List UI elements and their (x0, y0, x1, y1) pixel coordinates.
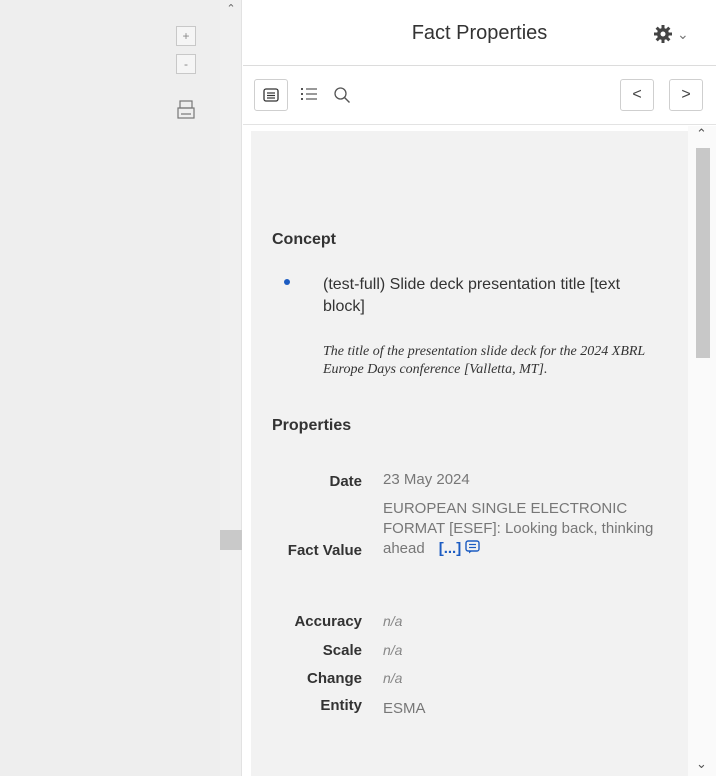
concept-heading: Concept (272, 231, 336, 248)
document-icon (263, 88, 279, 102)
concept-description: The title of the presentation slide deck… (323, 344, 645, 377)
next-fact-button[interactable]: > (669, 79, 703, 111)
panel-header: Fact Properties ⌄ (243, 0, 716, 66)
viewer-scroll-thumb[interactable] (220, 530, 242, 550)
scroll-down-icon[interactable]: ⌄ (696, 756, 707, 772)
date-label: Date (329, 473, 362, 490)
scroll-up-icon[interactable]: ⌃ (224, 2, 238, 16)
document-viewer[interactable]: + - (0, 0, 220, 776)
zoom-out-button[interactable]: - (176, 54, 196, 74)
bullet-icon (284, 279, 290, 285)
scale-value: n/a (383, 642, 403, 658)
search-button[interactable] (325, 79, 359, 111)
settings-menu-button[interactable]: ⌄ (653, 22, 708, 46)
zoom-in-button[interactable]: + (176, 26, 196, 46)
concept-name: (test-full) Slide deck presentation titl… (323, 276, 621, 315)
accuracy-value: n/a (383, 613, 403, 629)
scale-label: Scale (322, 642, 362, 659)
inspector-panel: Fact Properties ⌄ < > ⌃ ⌄ Concept (test-… (243, 0, 716, 776)
printer-icon[interactable] (177, 100, 195, 120)
outline-list-icon (301, 88, 317, 100)
fact-value-text: EUROPEAN SINGLE ELECTRONIC FORMAT [ESEF]… (383, 500, 654, 557)
entity-label: Entity (320, 697, 362, 714)
expand-fact-value-link[interactable]: [...] (439, 540, 462, 557)
comment-icon[interactable] (465, 540, 480, 554)
viewer-scrollbar[interactable]: ⌃ (220, 0, 242, 776)
chevron-left-icon: < (632, 86, 642, 103)
accuracy-label: Accuracy (294, 613, 362, 630)
content-scroll-thumb[interactable] (696, 148, 710, 358)
properties-heading: Properties (272, 417, 352, 434)
fact-value: EUROPEAN SINGLE ELECTRONIC FORMAT [ESEF]… (383, 499, 668, 559)
gear-icon[interactable] (653, 24, 673, 44)
chevron-down-icon[interactable]: ⌄ (677, 26, 689, 43)
previous-fact-button[interactable]: < (620, 79, 654, 111)
panel-title: Fact Properties (411, 22, 548, 44)
change-label: Change (306, 670, 362, 687)
view-outline-button[interactable] (292, 79, 326, 111)
date-value: 23 May 2024 (383, 471, 470, 488)
search-icon (334, 87, 350, 103)
scroll-up-icon[interactable]: ⌃ (696, 126, 707, 142)
fact-properties-content: Concept (test-full) Slide deck presentat… (251, 131, 688, 776)
fact-value-label: Fact Value (287, 542, 362, 559)
inspector-toolbar: < > (243, 67, 716, 125)
change-value: n/a (383, 670, 403, 686)
entity-value: ESMA (383, 700, 426, 717)
view-document-button[interactable] (254, 79, 288, 111)
chevron-right-icon: > (681, 86, 691, 103)
content-scrollbar[interactable]: ⌃ ⌄ (688, 126, 716, 776)
